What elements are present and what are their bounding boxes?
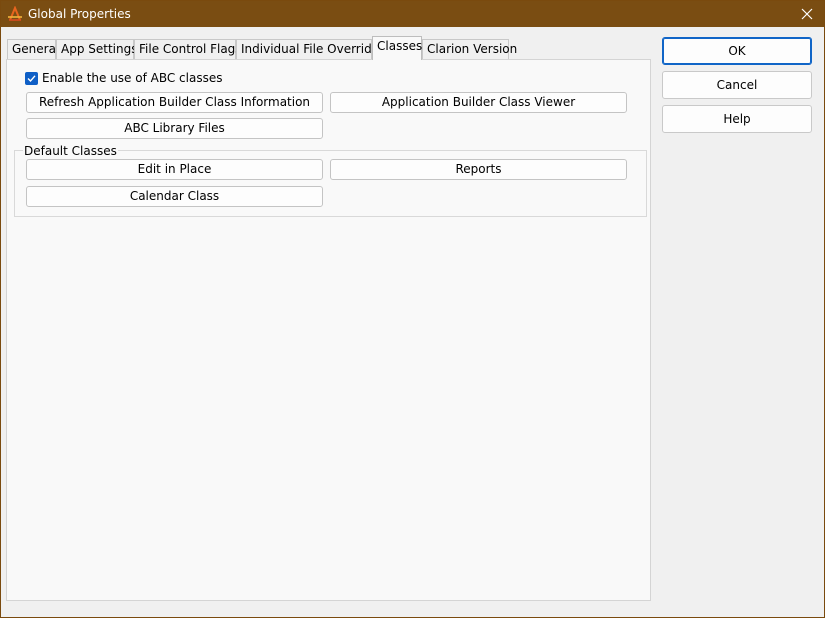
close-icon (801, 8, 813, 20)
class-viewer-button[interactable]: Application Builder Class Viewer (330, 92, 627, 113)
tab-label: Classes (377, 39, 423, 53)
tab-app-settings[interactable]: App Settings (56, 39, 138, 59)
tab-label: App Settings (61, 42, 138, 56)
clarion-app-icon (8, 6, 22, 21)
tab-label: Individual File Overrides (241, 42, 386, 56)
default-classes-label: Default Classes (23, 144, 118, 158)
reports-button[interactable]: Reports (330, 159, 627, 180)
tab-file-control-flags[interactable]: File Control Flags (134, 39, 242, 59)
tab-individual-file-overrides[interactable]: Individual File Overrides (236, 39, 385, 59)
classes-tab-panel: Enable the use of ABC classes Refresh Ap… (6, 59, 651, 601)
abc-library-files-button[interactable]: ABC Library Files (26, 118, 323, 139)
enable-abc-label: Enable the use of ABC classes (42, 71, 223, 85)
window-title: Global Properties (28, 7, 131, 21)
enable-abc-checkbox-row[interactable]: Enable the use of ABC classes (25, 71, 222, 85)
ok-button[interactable]: OK (662, 37, 812, 65)
close-button[interactable] (790, 1, 824, 27)
tab-classes[interactable]: Classes (372, 36, 422, 60)
edit-in-place-button[interactable]: Edit in Place (26, 159, 323, 180)
refresh-class-info-button[interactable]: Refresh Application Builder Class Inform… (26, 92, 323, 113)
tab-general[interactable]: General (7, 39, 60, 59)
tab-label: Clarion Version (427, 42, 518, 56)
title-bar: Global Properties (1, 1, 824, 27)
checkmark-icon (27, 74, 36, 82)
global-properties-dialog: Global Properties General App Settings F… (0, 0, 825, 618)
enable-abc-checkbox[interactable] (25, 71, 38, 85)
tab-label: General (12, 42, 60, 56)
tab-label: File Control Flags (139, 42, 242, 56)
calendar-class-button[interactable]: Calendar Class (26, 186, 323, 207)
tab-clarion-version[interactable]: Clarion Version (422, 39, 517, 59)
cancel-button[interactable]: Cancel (662, 71, 812, 99)
dialog-body: General App Settings File Control Flags … (1, 27, 824, 617)
help-button[interactable]: Help (662, 105, 812, 133)
